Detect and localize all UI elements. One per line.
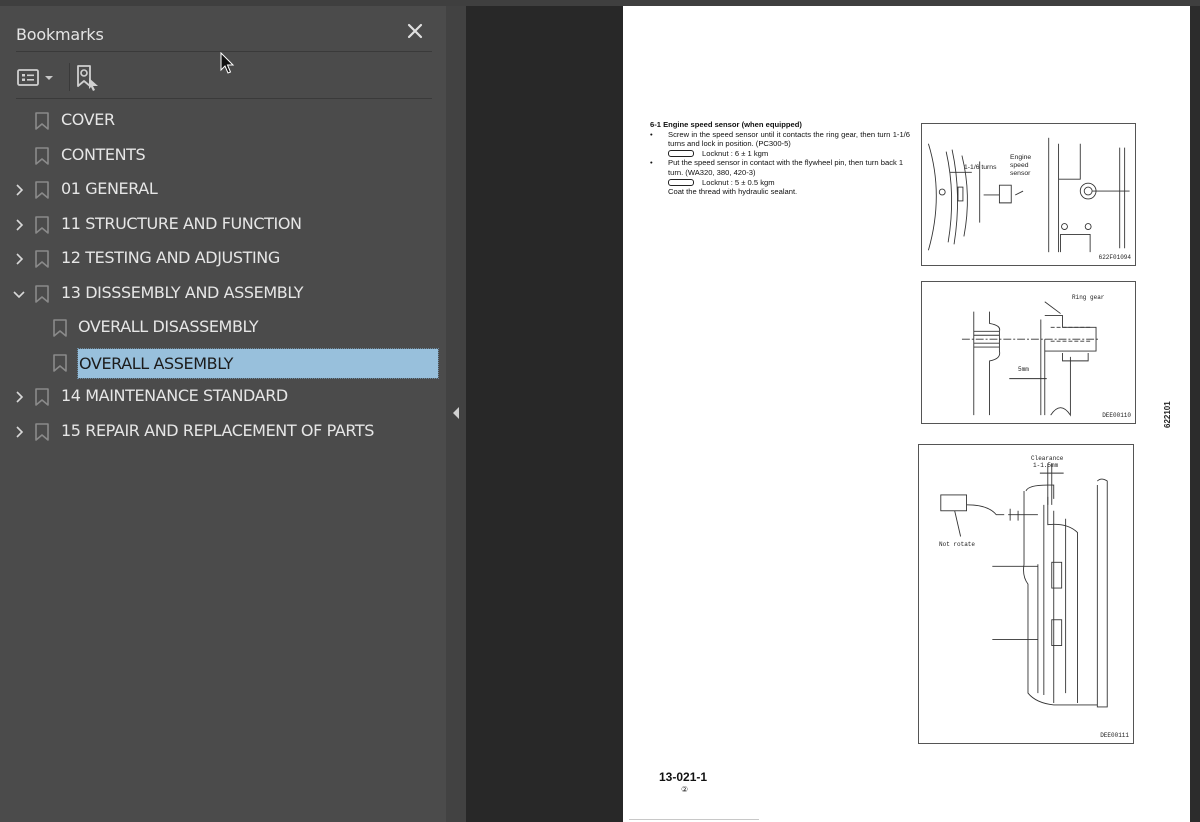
figure-speed-sensor: 1-1/6 turns Engine speed sensor 622F0109… <box>921 123 1136 266</box>
panel-header: Bookmarks <box>16 14 432 52</box>
bookmark-icon <box>35 146 49 165</box>
figure-drawing <box>927 137 1130 253</box>
page-number: 13-021-1 <box>659 770 708 784</box>
bookmark-label: 13 DISSSEMBLY AND ASSEMBLY <box>61 282 304 302</box>
figure-drawing <box>961 301 1099 417</box>
figure-label: 1-1.5mm <box>1033 462 1059 469</box>
bookmark-item[interactable]: 01 GENERAL <box>0 173 446 208</box>
figure-label: Ring gear <box>1072 294 1105 301</box>
chevron-right-icon[interactable] <box>12 425 26 439</box>
collapse-panel-left-icon <box>453 407 459 419</box>
bookmark-label: 01 GENERAL <box>61 179 158 198</box>
close-panel-button[interactable] <box>402 18 428 44</box>
figure-ring-gear: Ring gear 5mm DEE00110 <box>921 281 1136 424</box>
bookmark-item[interactable]: 11 STRUCTURE AND FUNCTION <box>0 208 446 243</box>
caret-down-icon <box>45 76 53 80</box>
figure-code: 622F01094 <box>1098 254 1131 261</box>
bookmark-item[interactable]: COVER <box>0 104 446 139</box>
chevron-down-icon[interactable] <box>12 287 26 301</box>
bookmark-icon <box>35 112 49 130</box>
torque-spec: Locknut : 6 ± 1 kgm <box>650 149 910 159</box>
collapse-panel-button[interactable] <box>451 406 461 420</box>
panel-splitter[interactable] <box>446 6 466 822</box>
torque-wrench-icon <box>668 150 694 158</box>
torque-spec: Locknut : 5 ± 0.5 kgm <box>650 178 910 188</box>
chevron-right-icon[interactable] <box>12 183 26 197</box>
figure-label: 1-1/6 turns <box>964 164 997 171</box>
bookmark-label: 11 STRUCTURE AND FUNCTION <box>61 213 302 233</box>
bookmark-icon <box>35 181 49 199</box>
figure-drawing <box>940 463 1108 708</box>
bookmark-item[interactable]: OVERALL DISASSEMBLY <box>0 311 446 346</box>
options-menu-button[interactable] <box>16 66 60 90</box>
bullet-item: • Screw in the speed sensor until it con… <box>650 129 910 149</box>
bookmark-item[interactable]: OVERALL ASSEMBLY <box>0 346 446 381</box>
close-icon <box>407 23 423 39</box>
page-footer-line <box>629 819 759 820</box>
bookmark-label: OVERALL ASSEMBLY <box>77 347 439 379</box>
figure-clearance: Clearance 1-1.5mm Not rotate DEE00111 <box>918 444 1134 744</box>
bookmark-icon <box>35 422 49 441</box>
panel-title: Bookmarks <box>16 25 104 44</box>
bookmark-icon <box>35 388 49 406</box>
figure-label: Not rotate <box>939 541 976 548</box>
find-current-bookmark-icon <box>77 65 98 91</box>
bookmark-item[interactable]: 13 DISSSEMBLY AND ASSEMBLY <box>0 277 446 312</box>
figure-code: DEE00111 <box>1100 732 1129 739</box>
document-page: 6-1 Engine speed sensor (when equipped) … <box>623 6 1190 822</box>
chevron-right-icon[interactable] <box>12 252 26 266</box>
figure-label: speed <box>1010 162 1029 169</box>
document-viewer[interactable]: 6-1 Engine speed sensor (when equipped) … <box>466 6 1200 822</box>
note-text: Coat the thread with hydraulic sealant. <box>668 187 798 197</box>
bookmark-label: 15 REPAIR AND REPLACEMENT OF PARTS <box>61 420 375 440</box>
bookmark-label: 12 TESTING AND ADJUSTING <box>61 248 280 267</box>
bookmark-label: OVERALL DISASSEMBLY <box>78 317 259 336</box>
section-heading: 6-1 Engine speed sensor (when equipped) <box>650 120 802 129</box>
bookmark-item[interactable]: 14 MAINTENANCE STANDARD <box>0 380 446 415</box>
bookmark-tree: COVER CONTENTS 01 GENERAL 11 STRUCTURE AND … <box>0 104 446 449</box>
bookmark-label: CONTENTS <box>61 144 146 164</box>
bookmark-icon <box>53 353 67 372</box>
revision-mark: ② <box>681 785 689 794</box>
vertical-scrollbar[interactable] <box>1190 6 1200 822</box>
bullet-text: Screw in the speed sensor until it conta… <box>668 129 910 149</box>
find-current-bookmark-button[interactable] <box>74 64 102 92</box>
bookmark-item[interactable]: 12 TESTING AND ADJUSTING <box>0 242 446 277</box>
bullet-item: • Put the speed sensor in contact with t… <box>650 158 910 177</box>
bookmarks-toolbar <box>16 52 432 99</box>
bookmark-label: 14 MAINTENANCE STANDARD <box>61 386 288 405</box>
list-options-icon <box>17 69 39 86</box>
page-text-block: 6-1 Engine speed sensor (when equipped) … <box>650 120 910 197</box>
toolbar-divider <box>69 63 70 91</box>
bookmark-item[interactable]: CONTENTS <box>0 139 446 174</box>
figure-code: DEE00110 <box>1102 412 1131 419</box>
bookmark-icon <box>53 319 67 337</box>
bookmark-icon <box>35 284 49 303</box>
chevron-right-icon[interactable] <box>12 390 26 404</box>
side-reference-code: 622101 <box>1163 401 1172 428</box>
bookmark-icon <box>35 250 49 268</box>
figure-label: Engine <box>1010 154 1032 161</box>
chevron-right-icon[interactable] <box>12 218 26 232</box>
bookmark-icon <box>35 215 49 234</box>
bookmarks-panel: Bookmarks COVER CONTENTS 01 GENERAL 11 S… <box>0 6 446 822</box>
bookmark-label: COVER <box>61 110 115 129</box>
figure-label: 5mm <box>1018 366 1029 373</box>
torque-wrench-icon <box>668 179 694 187</box>
figure-label: sensor <box>1010 170 1031 177</box>
bookmark-item[interactable]: 15 REPAIR AND REPLACEMENT OF PARTS <box>0 415 446 450</box>
bullet-text: Put the speed sensor in contact with the… <box>668 158 904 177</box>
